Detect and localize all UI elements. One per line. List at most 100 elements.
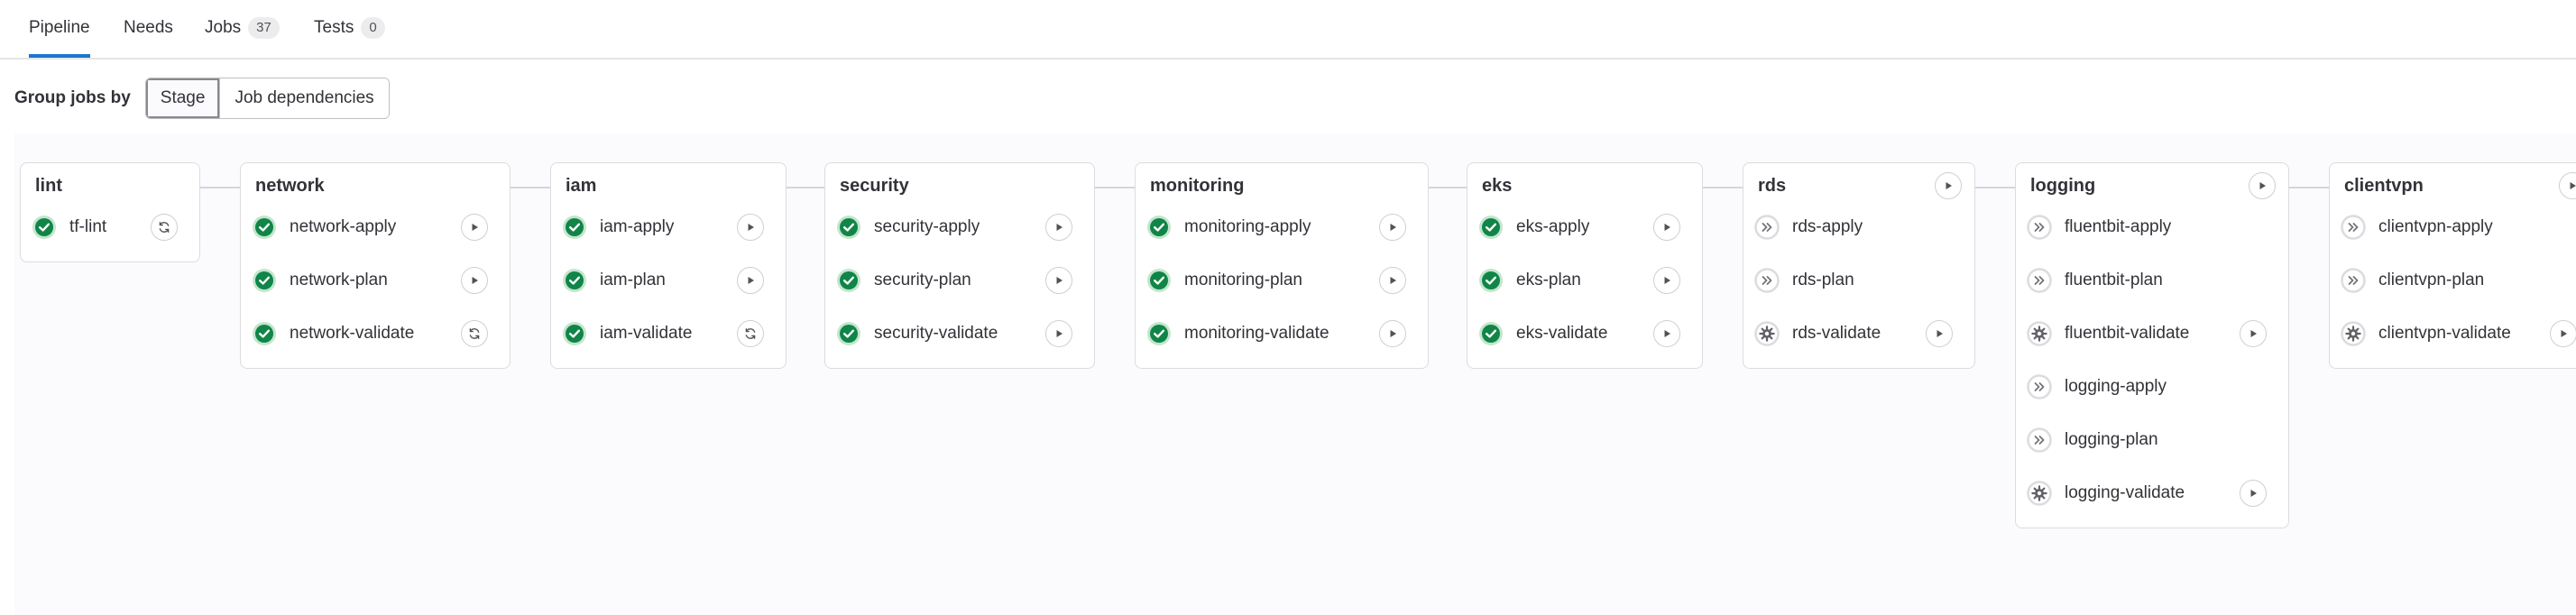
- run-job-button[interactable]: [2240, 480, 2267, 507]
- run-job-button[interactable]: [1379, 320, 1406, 347]
- run-job-button[interactable]: [2240, 320, 2267, 347]
- job-monitoring-validate[interactable]: monitoring-validate: [1146, 313, 1419, 354]
- status-skipped-icon: [1754, 268, 1780, 293]
- run-job-button[interactable]: [1379, 267, 1406, 294]
- job-name: clientvpn-validate: [2378, 324, 2511, 343]
- status-success-icon: [562, 268, 587, 293]
- stage-title: clientvpn: [2344, 176, 2424, 196]
- run-job-button[interactable]: [737, 214, 764, 241]
- status-manual-icon: [2027, 321, 2052, 346]
- status-success-icon: [1146, 268, 1172, 293]
- run-job-button[interactable]: [1379, 214, 1406, 241]
- job-iam-plan[interactable]: iam-plan: [562, 260, 777, 301]
- job-rds-validate[interactable]: rds-validate: [1754, 313, 1965, 354]
- tab-needs[interactable]: Needs: [124, 14, 173, 56]
- job-name: logging-plan: [2065, 430, 2158, 449]
- stage-connector: [511, 187, 550, 188]
- status-success-icon: [1146, 321, 1172, 346]
- job-clientvpn-plan[interactable]: clientvpn-plan: [2341, 260, 2576, 301]
- stage-title: lint: [35, 176, 62, 196]
- run-job-button[interactable]: [1926, 320, 1953, 347]
- run-job-button[interactable]: [1045, 214, 1072, 241]
- status-success-icon: [562, 215, 587, 240]
- job-name: iam-validate: [600, 324, 693, 343]
- job-name: monitoring-plan: [1184, 271, 1302, 289]
- job-clientvpn-apply[interactable]: clientvpn-apply: [2341, 207, 2576, 248]
- tab-jobs[interactable]: Jobs 37: [205, 14, 280, 56]
- play-icon: [2557, 327, 2570, 340]
- stage-network: network network-apply network-plan network-…: [240, 162, 511, 369]
- stage-play-all-button[interactable]: [2559, 172, 2576, 199]
- job-rds-plan[interactable]: rds-plan: [1754, 260, 1965, 301]
- run-job-button[interactable]: [461, 214, 488, 241]
- job-security-plan[interactable]: security-plan: [836, 260, 1085, 301]
- job-network-plan[interactable]: network-plan: [252, 260, 501, 301]
- job-logging-plan[interactable]: logging-plan: [2027, 419, 2279, 461]
- job-iam-apply[interactable]: iam-apply: [562, 207, 777, 248]
- play-icon: [1661, 274, 1673, 287]
- job-iam-validate[interactable]: iam-validate: [562, 313, 777, 354]
- job-logging-apply[interactable]: logging-apply: [2027, 366, 2279, 408]
- play-icon: [2247, 327, 2259, 340]
- group-by-stage-button[interactable]: Stage: [145, 78, 220, 118]
- status-success-icon: [1146, 215, 1172, 240]
- stage-title: rds: [1758, 176, 1787, 196]
- job-monitoring-apply[interactable]: monitoring-apply: [1146, 207, 1419, 248]
- run-job-button[interactable]: [461, 267, 488, 294]
- job-monitoring-plan[interactable]: monitoring-plan: [1146, 260, 1419, 301]
- retry-job-button[interactable]: [461, 320, 488, 347]
- play-icon: [1661, 327, 1673, 340]
- job-tf-lint[interactable]: tf-lint: [32, 207, 190, 248]
- tab-label: Needs: [124, 18, 173, 37]
- job-name: network-apply: [290, 217, 397, 236]
- retry-job-button[interactable]: [737, 320, 764, 347]
- retry-job-button[interactable]: [151, 214, 178, 241]
- job-name: rds-validate: [1792, 324, 1881, 343]
- job-eks-plan[interactable]: eks-plan: [1478, 260, 1693, 301]
- stage-clientvpn: clientvpn clientvpn-apply clientvpn-plan cl…: [2329, 162, 2576, 369]
- job-logging-validate[interactable]: logging-validate: [2027, 473, 2279, 514]
- job-fluentbit-validate[interactable]: fluentbit-validate: [2027, 313, 2279, 354]
- stage-play-all-button[interactable]: [1935, 172, 1962, 199]
- job-eks-apply[interactable]: eks-apply: [1478, 207, 1693, 248]
- stage-eks: eks eks-apply eks-plan eks-validate: [1467, 162, 1703, 369]
- run-job-button[interactable]: [1653, 320, 1680, 347]
- tab-pipeline[interactable]: Pipeline: [29, 14, 90, 58]
- stage-title: eks: [1482, 176, 1513, 196]
- run-job-button[interactable]: [1653, 214, 1680, 241]
- tab-tests[interactable]: Tests 0: [314, 14, 385, 56]
- job-security-validate[interactable]: security-validate: [836, 313, 1085, 354]
- job-eks-validate[interactable]: eks-validate: [1478, 313, 1693, 354]
- run-job-button[interactable]: [737, 267, 764, 294]
- stage-connector: [1095, 187, 1135, 188]
- stage-title: security: [840, 176, 909, 196]
- pipeline-tabs: Pipeline Needs Jobs 37 Tests 0: [0, 0, 2576, 60]
- run-job-button[interactable]: [2550, 320, 2576, 347]
- status-success-icon: [252, 321, 277, 346]
- jobs-count-badge: 37: [248, 17, 280, 39]
- play-icon: [1933, 327, 1946, 340]
- job-security-apply[interactable]: security-apply: [836, 207, 1085, 248]
- status-success-icon: [836, 268, 861, 293]
- group-by-job-dependencies-button[interactable]: Job dependencies: [219, 78, 389, 118]
- run-job-button[interactable]: [1045, 320, 1072, 347]
- job-clientvpn-validate[interactable]: clientvpn-validate: [2341, 313, 2576, 354]
- job-name: logging-apply: [2065, 377, 2167, 396]
- play-icon: [2566, 179, 2576, 192]
- stage-logging: logging fluentbit-apply fluentbit-plan flue…: [2015, 162, 2289, 528]
- status-success-icon: [32, 215, 57, 240]
- play-icon: [2256, 179, 2268, 192]
- job-network-apply[interactable]: network-apply: [252, 207, 501, 248]
- status-success-icon: [1478, 268, 1504, 293]
- tab-label: Pipeline: [29, 18, 90, 37]
- run-job-button[interactable]: [1653, 267, 1680, 294]
- status-success-icon: [252, 268, 277, 293]
- job-rds-apply[interactable]: rds-apply: [1754, 207, 1965, 248]
- job-fluentbit-apply[interactable]: fluentbit-apply: [2027, 207, 2279, 248]
- stage-play-all-button[interactable]: [2249, 172, 2276, 199]
- run-job-button[interactable]: [1045, 267, 1072, 294]
- job-network-validate[interactable]: network-validate: [252, 313, 501, 354]
- stage-connector: [1429, 187, 1467, 188]
- job-fluentbit-plan[interactable]: fluentbit-plan: [2027, 260, 2279, 301]
- stage-lint: lint tf-lint: [20, 162, 200, 262]
